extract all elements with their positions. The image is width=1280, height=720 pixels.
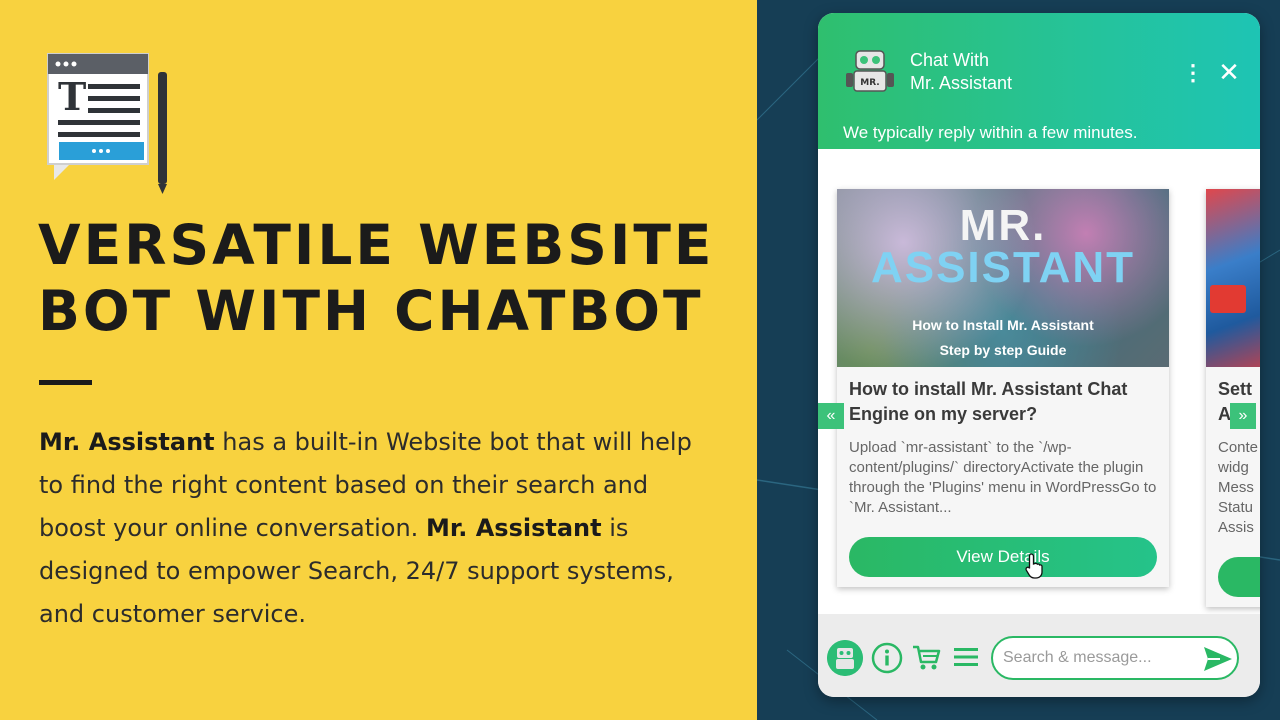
reply-time-note: We typically reply within a few minutes. bbox=[843, 123, 1138, 142]
thumbnail-caption-2: Step by step Guide bbox=[939, 342, 1067, 358]
chat-widget: MR. Chat With Mr. Assistant ⋮ ✕ We typic… bbox=[818, 13, 1260, 697]
card-thumbnail-partial bbox=[1206, 189, 1260, 367]
promo-headline: VERSATILE WEBSITE BOT WITH CHATBOT bbox=[38, 212, 714, 344]
thumbnail-title-2: ASSISTANT bbox=[870, 243, 1136, 292]
bot-avatar-icon[interactable] bbox=[827, 640, 863, 676]
svg-text:T: T bbox=[58, 74, 86, 119]
document-chat-icon: T bbox=[47, 53, 167, 194]
cart-icon[interactable] bbox=[911, 642, 941, 672]
headline-line-2: BOT WITH CHATBOT bbox=[38, 279, 704, 343]
card-thumbnail: MR. ASSISTANT How to Install Mr. Assista… bbox=[837, 189, 1169, 367]
view-details-button[interactable]: View Details bbox=[849, 537, 1157, 577]
svg-text:MR.: MR. bbox=[860, 78, 879, 88]
headline-divider bbox=[39, 380, 92, 385]
more-options-icon[interactable]: ⋮ bbox=[1182, 61, 1204, 85]
card-title[interactable]: How to install Mr. Assistant Chat Engine… bbox=[849, 377, 1159, 427]
headline-line-1: VERSATILE WEBSITE bbox=[38, 213, 715, 277]
thumbnail-badge bbox=[1210, 285, 1246, 313]
menu-icon[interactable] bbox=[953, 644, 979, 670]
promo-description: Mr. Assistant has a built-in Website bot… bbox=[39, 421, 719, 636]
result-card: MR. ASSISTANT How to Install Mr. Assista… bbox=[837, 189, 1169, 587]
send-icon[interactable] bbox=[1203, 645, 1233, 673]
result-card-partial: Sett As Conte widg Mess Statu Assis bbox=[1206, 189, 1260, 607]
desc-brand-1: Mr. Assistant bbox=[39, 428, 215, 456]
card-excerpt: Upload `mr-assistant` to the `/wp-conten… bbox=[849, 439, 1157, 516]
search-input[interactable] bbox=[1003, 646, 1183, 670]
pointer-cursor-icon bbox=[1025, 553, 1043, 579]
desc-brand-2: Mr. Assistant bbox=[425, 514, 602, 542]
carousel-next-icon[interactable]: » bbox=[1230, 403, 1256, 429]
robot-avatar-icon: MR. bbox=[846, 50, 894, 92]
carousel-prev-icon[interactable]: « bbox=[818, 403, 844, 429]
card-excerpt-partial-text: Conte widg Mess Statu Assis bbox=[1218, 439, 1259, 536]
results-carousel: MR. ASSISTANT How to Install Mr. Assista… bbox=[818, 149, 1260, 614]
chat-title: Chat With Mr. Assistant bbox=[910, 49, 1012, 95]
chat-footer bbox=[818, 614, 1260, 697]
chat-title-line-1: Chat With bbox=[910, 50, 990, 70]
thumbnail-caption-1: How to Install Mr. Assistant bbox=[912, 317, 1094, 333]
promo-panel: T VERSATILE WEBSITE BOT WITH CHATBOT Mr.… bbox=[0, 0, 757, 720]
view-details-button-partial[interactable] bbox=[1218, 557, 1260, 597]
search-box bbox=[991, 636, 1239, 680]
card-excerpt-partial: Conte widg Mess Statu Assis bbox=[1218, 438, 1258, 538]
info-icon[interactable] bbox=[871, 642, 903, 674]
chat-title-line-2: Mr. Assistant bbox=[910, 73, 1013, 93]
close-icon[interactable]: ✕ bbox=[1216, 59, 1242, 85]
chat-header: MR. Chat With Mr. Assistant ⋮ ✕ We typic… bbox=[818, 13, 1260, 149]
